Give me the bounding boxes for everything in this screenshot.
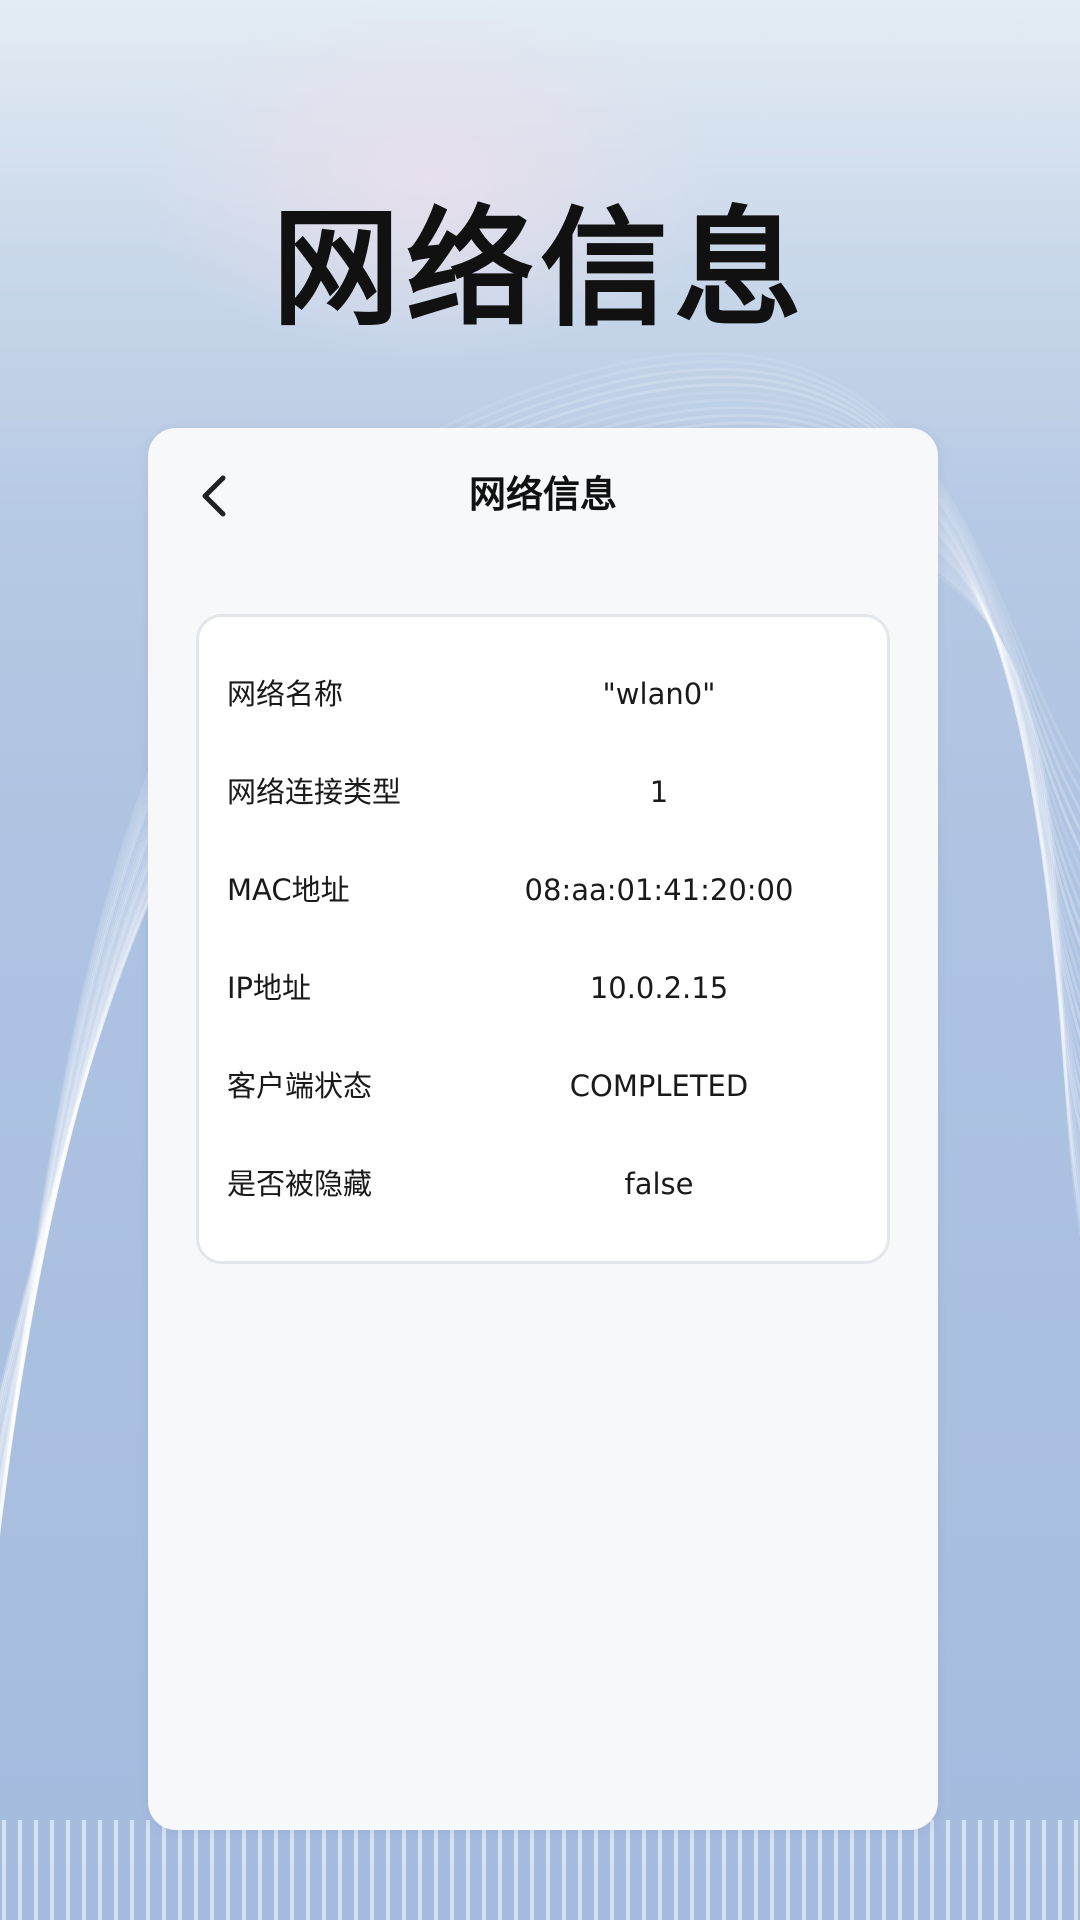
hero-title: 网络信息 (271, 195, 808, 344)
info-row-mac-address: MAC地址 08:aa:01:41:20:00 (199, 860, 893, 920)
info-row-network-name: 网络名称 "wlan0" (199, 664, 893, 724)
info-value: "wlan0" (602, 677, 716, 711)
info-value: COMPLETED (569, 1069, 749, 1103)
network-info-card: 网络名称 "wlan0" 网络连接类型 1 MAC地址 08:aa:01:41:… (196, 614, 890, 1264)
info-label: 客户端状态 (227, 1069, 373, 1103)
info-row-hidden: 是否被隐藏 false (199, 1154, 893, 1214)
panel-header: 网络信息 (148, 428, 938, 562)
network-info-panel: 网络信息 网络名称 "wlan0" 网络连接类型 1 MAC地址 08:aa:0… (148, 428, 938, 1830)
info-value: 10.0.2.15 (589, 971, 729, 1005)
info-row-client-state: 客户端状态 COMPLETED (199, 1056, 893, 1116)
info-label: 网络连接类型 (227, 775, 402, 809)
info-label: 是否被隐藏 (227, 1167, 373, 1201)
info-row-connection-type: 网络连接类型 1 (199, 762, 893, 822)
info-value: false (624, 1167, 694, 1201)
info-row-ip-address: IP地址 10.0.2.15 (199, 958, 893, 1018)
info-label: IP地址 (227, 971, 312, 1005)
info-value: 1 (649, 775, 669, 809)
info-value: 08:aa:01:41:20:00 (524, 873, 794, 907)
panel-title: 网络信息 (469, 473, 617, 516)
info-label: MAC地址 (227, 873, 350, 907)
info-label: 网络名称 (227, 677, 344, 711)
